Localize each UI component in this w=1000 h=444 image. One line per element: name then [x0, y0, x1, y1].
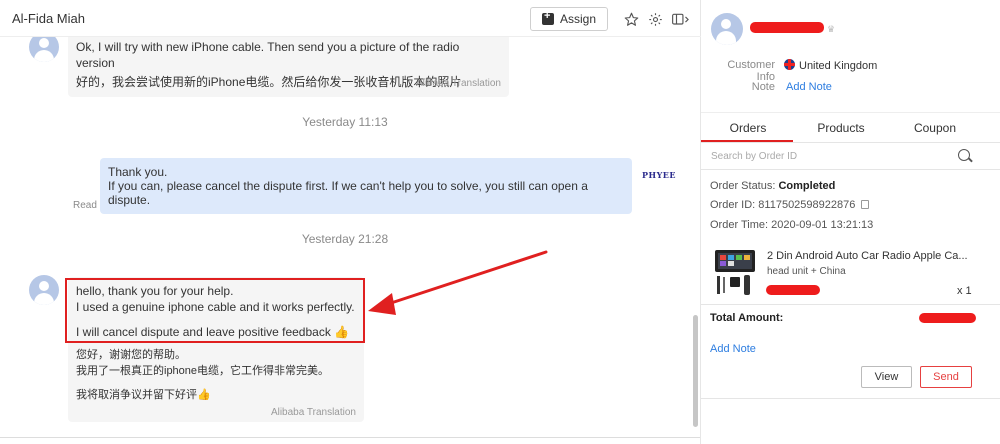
tab-coupon[interactable]: Coupon — [890, 121, 980, 135]
view-button[interactable]: View — [861, 366, 912, 388]
country-text: United Kingdom — [799, 60, 878, 72]
customer-info-label: Customer Info — [727, 59, 775, 83]
order-status-label: Order Status: — [710, 180, 776, 192]
customer-country: United Kingdom — [784, 59, 877, 72]
order-id: Order ID: 8117502598922876 — [710, 199, 870, 211]
order-search[interactable]: Search by Order ID — [701, 143, 1000, 170]
customer-panel: ♛ Customer Info United Kingdom Note Add … — [701, 0, 1000, 444]
divider — [701, 304, 1000, 305]
order-time-label: Order Time: — [710, 219, 769, 231]
app-root: Al-Fida Miah Assign Ok, I will try with … — [0, 0, 1000, 444]
total-amount-label: Total Amount: — [710, 312, 784, 324]
redacted-total — [919, 313, 976, 323]
chat-scrollbar[interactable] — [693, 315, 698, 427]
divider — [701, 398, 1000, 399]
customer-avatar — [711, 13, 743, 45]
copy-icon[interactable] — [861, 200, 870, 209]
product-variant: head unit + China — [767, 266, 846, 277]
order-status-value: Completed — [778, 180, 836, 192]
add-note-link[interactable]: Add Note — [786, 81, 832, 93]
product-title[interactable]: 2 Din Android Auto Car Radio Apple Ca... — [767, 250, 975, 262]
order-id-label: Order ID: — [710, 199, 756, 211]
crown-icon: ♛ — [827, 24, 836, 34]
order-add-note-link[interactable]: Add Note — [710, 343, 756, 355]
tab-bar: Orders Products Coupon — [701, 112, 1000, 143]
redacted-price — [766, 285, 820, 295]
composer-toolbar — [0, 437, 700, 444]
order-status: Order Status: Completed — [710, 180, 835, 192]
active-tab-indicator — [701, 140, 793, 142]
order-time: Order Time: 2020-09-01 13:21:13 — [710, 219, 873, 231]
search-icon[interactable] — [958, 149, 970, 161]
note-label: Note — [751, 81, 775, 93]
order-time-value: 2020-09-01 13:21:13 — [771, 219, 874, 231]
tab-orders[interactable]: Orders — [703, 121, 793, 135]
order-id-value: 8117502598922876 — [758, 199, 856, 211]
product-quantity: x 1 — [957, 285, 972, 297]
send-button[interactable]: Send — [920, 366, 972, 388]
search-input[interactable]: Search by Order ID — [711, 151, 797, 162]
tab-products[interactable]: Products — [796, 121, 886, 135]
uk-flag-icon — [784, 59, 795, 70]
chat-pane: Al-Fida Miah Assign Ok, I will try with … — [0, 0, 701, 444]
annotation-arrow — [368, 250, 548, 315]
redacted-name — [750, 22, 824, 33]
product-thumbnail[interactable] — [715, 247, 755, 297]
